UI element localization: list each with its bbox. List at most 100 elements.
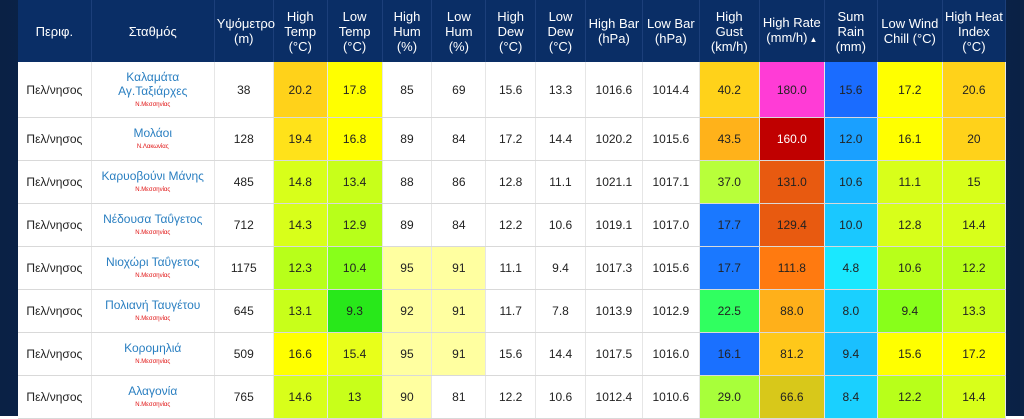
col-low-wind-chill-cell: 16.1 [877,117,943,161]
col-low-dew-header[interactable]: Low Dew (°C) [535,0,586,62]
col-low-dew-cell: 9.4 [535,246,586,290]
col-low-temp-cell: 13.4 [327,160,383,204]
col-low-dew-cell: 10.6 [535,203,586,247]
table-row: Πελ/νησος Καλαμάτα Αγ.Ταξιάρχες Ν.Μεσσηνίας… [18,62,1007,118]
col-high-rate-cell: 180.0 [759,62,825,118]
col-altitude-cell: 765 [214,375,274,419]
col-altitude-cell: 509 [214,332,274,376]
col-low-hum-cell: 86 [431,160,487,204]
col-low-temp-cell: 17.8 [327,62,383,118]
col-high-bar-cell: 1017.3 [585,246,643,290]
station-cell: Μολάοι Ν.Λακωνίας [91,117,215,161]
col-high-bar-cell: 1012.4 [585,375,643,419]
col-region-header[interactable]: Περιφ. [18,0,92,62]
header-label: (°C) [288,38,312,54]
station-link[interactable]: Κορομηλιά [94,341,212,355]
header-label: (°C) [499,38,523,54]
region-cell: Πελ/νησος [18,246,92,290]
col-high-hum-header[interactable]: High Hum (%) [382,0,433,62]
header-label: Low [342,8,367,24]
col-high-rate-cell: 111.8 [759,246,825,290]
sort-asc-icon[interactable]: ▲ [809,35,817,44]
col-sum-rain-cell: 8.0 [824,289,878,333]
region-cell: Πελ/νησος [18,203,92,247]
col-low-bar-cell: 1016.0 [642,332,700,376]
col-high-gust-header[interactable]: High Gust (km/h) [699,0,760,62]
col-low-hum-cell: 91 [431,332,487,376]
header-label: (mm/h) [766,30,808,45]
weather-stations-table: Περιφ. Σταθμός Υψόμετρο (m) High Temp (°C) Low T… [18,0,1007,419]
col-low-bar-cell: 1015.6 [642,117,700,161]
col-high-rate-cell: 66.6 [759,375,825,419]
col-high-bar-cell: 1019.1 [585,203,643,247]
col-low-hum-cell: 91 [431,289,487,333]
col-sum-rain-cell: 12.0 [824,117,878,161]
col-high-hum-cell: 85 [382,62,433,118]
col-high-bar-cell: 1013.9 [585,289,643,333]
col-low-temp-header[interactable]: Low Temp (°C) [327,0,383,62]
table-row: Πελ/νησος Νέδουσα Ταΰγετος Ν.Μεσσηνίας 712 1… [18,203,1007,247]
col-high-temp-header[interactable]: High Temp (°C) [273,0,328,62]
header-label: (hPa) [654,31,687,46]
col-low-dew-cell: 11.1 [535,160,586,204]
col-low-hum-cell: 69 [431,62,487,118]
col-high-rate-cell: 81.2 [759,332,825,376]
header-label: Chill (°C) [883,31,936,46]
station-link[interactable]: Καλαμάτα Αγ.Ταξιάρχες [94,70,212,98]
col-low-hum-header[interactable]: Low Hum (%) [431,0,487,62]
header-label: Σταθμός [128,23,177,39]
col-low-temp-cell: 12.9 [327,203,383,247]
header-label: Rain [837,23,865,39]
header-label: Hum [393,23,421,39]
col-low-temp-cell: 10.4 [327,246,383,290]
station-link[interactable]: Μολάοι [94,126,212,140]
header-label: High [497,8,525,24]
col-station-header[interactable]: Σταθμός [91,0,215,62]
col-low-dew-cell: 7.8 [535,289,586,333]
col-altitude-cell: 645 [214,289,274,333]
col-high-hum-cell: 90 [382,375,433,419]
col-sum-rain-header[interactable]: Sum Rain (mm) [824,0,878,62]
col-low-temp-cell: 15.4 [327,332,383,376]
station-link[interactable]: Νέδουσα Ταΰγετος [94,212,212,226]
region-cell: Πελ/νησος [18,332,92,376]
col-high-heat-index-header[interactable]: High Heat Index (°C) [942,0,1007,62]
region-cell: Πελ/νησος [18,160,92,204]
col-high-bar-cell: 1017.5 [585,332,643,376]
col-low-dew-cell: 14.4 [535,332,586,376]
col-low-bar-header[interactable]: Low Bar (hPa) [642,0,700,62]
header-label: (°C) [548,38,573,54]
col-low-hum-cell: 84 [431,203,487,247]
col-high-dew-cell: 11.7 [485,289,537,333]
header-label: High [286,8,314,24]
col-high-dew-cell: 17.2 [485,117,537,161]
station-link[interactable]: Αλαγονία [94,384,212,398]
col-low-temp-cell: 9.3 [327,289,383,333]
station-cell: Πολιανή Ταυγέτου Ν.Μεσσηνίας [91,289,215,333]
header-label: High Bar [588,16,640,31]
col-low-wind-chill-header[interactable]: Low Wind Chill (°C) [877,0,943,62]
col-high-heat-index-cell: 12.2 [942,246,1007,290]
col-low-bar-cell: 1012.9 [642,289,700,333]
col-high-bar-header[interactable]: High Bar (hPa) [585,0,643,62]
station-link[interactable]: Πολιανή Ταυγέτου [94,298,212,312]
table-row: Πελ/νησος Κορομηλιά Ν.Μεσσηνίας 509 16.6 15.4… [18,332,1007,376]
header-label: High Gust [715,8,744,39]
header-label: Υψόμετρο [216,16,275,31]
table-body: Πελ/νησος Καλαμάτα Αγ.Ταξιάρχες Ν.Μεσσηνίας… [18,62,1007,419]
col-low-bar-cell: 1010.6 [642,375,700,419]
col-high-rate-cell: 129.4 [759,203,825,247]
col-high-rate-header[interactable]: High Rate (mm/h) ▲ [759,0,825,62]
header-label: High Rate [762,15,821,30]
col-high-dew-cell: 12.8 [485,160,537,204]
table-row: Πελ/νησος Μολάοι Ν.Λακωνίας 128 19.4 16.8 89 84… [18,117,1007,161]
col-altitude-header[interactable]: Υψόμετρο (m) [214,0,275,62]
col-low-dew-cell: 13.3 [535,62,586,118]
station-link[interactable]: Καρυοβούνι Μάνης [94,169,212,183]
station-link[interactable]: Νιοχώρι Ταΰγετος [94,255,212,269]
col-high-heat-index-cell: 15 [942,160,1007,204]
col-high-dew-header[interactable]: High Dew (°C) [485,0,537,62]
prefecture-label: Ν.Μεσσηνίας [135,359,171,365]
col-high-hum-cell: 95 [382,332,433,376]
header-label: (hPa) [597,31,630,46]
